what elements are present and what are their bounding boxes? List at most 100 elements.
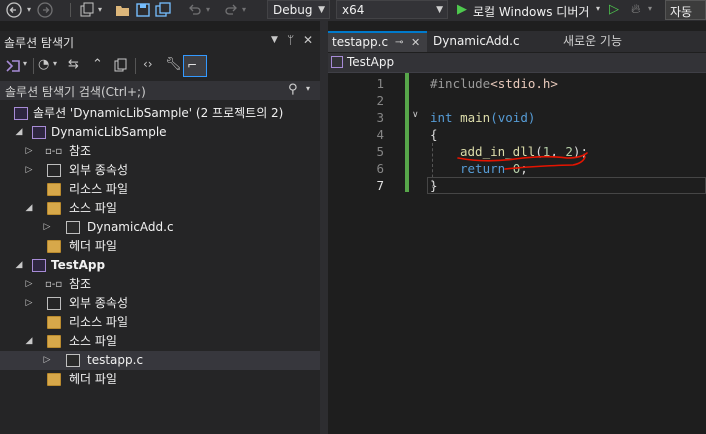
folder-open-icon xyxy=(47,202,61,215)
tree-item[interactable]: ▷ 외부 종속성 xyxy=(0,161,320,180)
current-line-highlight xyxy=(427,177,706,194)
tree-item[interactable]: ▷ DynamicAdd.c xyxy=(0,218,320,237)
search-options-dropdown-icon[interactable]: ▾ xyxy=(306,84,310,93)
new-project-icon[interactable] xyxy=(78,2,96,18)
chevron-down-icon[interactable]: ▾ xyxy=(23,59,27,68)
line-number: 5 xyxy=(376,144,384,159)
back-dropdown-icon[interactable]: ▾ xyxy=(24,2,34,18)
expanded-arrow-icon[interactable]: ◢ xyxy=(14,123,24,142)
tab-testapp-c[interactable]: testapp.c ⊸ ✕ xyxy=(328,31,427,52)
preprocessor-directive: #include xyxy=(430,76,491,91)
collapsed-arrow-icon[interactable]: ▷ xyxy=(24,294,34,313)
expanded-arrow-icon[interactable]: ◢ xyxy=(14,256,24,275)
tree-item-label: 외부 종속성 xyxy=(69,163,129,177)
undo-icon[interactable] xyxy=(186,2,204,18)
auto-select[interactable]: 자동 xyxy=(665,0,706,20)
start-without-debug-icon[interactable]: ▷ xyxy=(609,2,619,17)
view-code-icon[interactable]: ‹› xyxy=(143,57,153,71)
preview-selected-items-button[interactable]: ⌐ xyxy=(183,55,207,77)
hot-reload-dropdown-icon[interactable]: ▾ xyxy=(648,4,652,13)
collapsed-arrow-icon[interactable]: ▷ xyxy=(24,161,34,180)
back-icon[interactable] xyxy=(5,2,23,18)
tree-project-node[interactable]: ◢ DynamicLibSample xyxy=(0,123,320,142)
c-file-icon xyxy=(66,354,80,367)
tree-item[interactable]: ◢ 소스 파일 xyxy=(0,332,320,351)
play-icon: ▶ xyxy=(457,2,467,17)
properties-wrench-icon[interactable]: 🔧︎ xyxy=(165,57,182,72)
chevron-down-icon: ▼ xyxy=(318,5,325,15)
show-all-files-icon[interactable] xyxy=(114,58,128,72)
collapsed-arrow-icon[interactable]: ▷ xyxy=(24,142,34,161)
tree-item[interactable]: ▷ ▫-▫ 참조 xyxy=(0,275,320,294)
tree-item[interactable]: ▷ ▫-▫ 참조 xyxy=(0,142,320,161)
fold-collapse-icon[interactable]: ∨ xyxy=(412,110,419,120)
tree-project-node[interactable]: ◢ TestApp xyxy=(0,256,320,275)
save-icon[interactable] xyxy=(134,2,152,18)
undo-dropdown-icon[interactable]: ▾ xyxy=(204,2,212,18)
code-line[interactable]: { xyxy=(430,126,438,143)
new-dropdown-icon[interactable]: ▾ xyxy=(96,2,104,18)
code-line[interactable]: int main(void) xyxy=(430,109,535,126)
solution-label: 솔루션 'DynamicLibSample' (2 프로젝트의 2) xyxy=(33,106,284,120)
start-debug-button[interactable]: ▶ 로컬 Windows 디버거 ▾ xyxy=(455,0,605,20)
expanded-arrow-icon[interactable]: ◢ xyxy=(24,332,34,351)
search-placeholder: 솔루션 탐색기 검색(Ctrl+;) xyxy=(5,85,146,99)
tree-item[interactable]: ◢ 소스 파일 xyxy=(0,199,320,218)
tree-item[interactable]: ▷ 외부 종속성 xyxy=(0,294,320,313)
save-all-icon[interactable] xyxy=(154,2,172,18)
line-number: 3 xyxy=(376,110,384,125)
code-line[interactable]: #include<stdio.h> xyxy=(430,75,558,92)
project-name: DynamicLibSample xyxy=(51,125,167,139)
tree-item-label: 소스 파일 xyxy=(69,334,117,348)
search-icon[interactable]: ⚲ xyxy=(288,82,298,97)
panel-splitter[interactable] xyxy=(320,21,328,434)
collapse-all-icon[interactable]: ⌃ xyxy=(92,57,103,72)
tree-item-label: 외부 종속성 xyxy=(69,296,129,310)
nav-project-label: TestApp xyxy=(347,55,395,69)
forward-icon[interactable] xyxy=(36,2,54,18)
tree-item[interactable]: 리소스 파일 xyxy=(0,313,320,332)
configuration-select[interactable]: Debug ▼ xyxy=(267,0,330,19)
close-icon[interactable]: ✕ xyxy=(411,33,420,52)
pending-changes-icon[interactable]: ◔ xyxy=(38,57,49,72)
tree-item-selected[interactable]: ▷ testapp.c xyxy=(0,351,320,370)
line-number: 1 xyxy=(376,76,384,91)
tab-dynamicadd-c[interactable]: DynamicAdd.c xyxy=(429,31,557,52)
tree-solution-node[interactable]: 솔루션 'DynamicLibSample' (2 프로젝트의 2) xyxy=(0,104,320,123)
include-file: <stdio.h> xyxy=(490,76,558,91)
line-number: 6 xyxy=(376,161,384,176)
open-folder-icon[interactable] xyxy=(114,2,132,18)
sync-active-doc-icon[interactable]: ⇆ xyxy=(68,57,79,72)
pin-icon[interactable]: ⊸ xyxy=(395,33,403,52)
editor-navigation-bar[interactable]: TestApp xyxy=(328,53,706,73)
redo-icon[interactable] xyxy=(222,2,240,18)
collapsed-arrow-icon[interactable]: ▷ xyxy=(24,275,34,294)
toolbar-divider xyxy=(135,58,136,74)
solution-explorer-search[interactable]: 솔루션 탐색기 검색(Ctrl+;) ⚲ ▾ xyxy=(0,81,320,100)
tab-whats-new[interactable]: 새로운 기능 xyxy=(559,31,699,52)
platform-select[interactable]: x64 ▼ xyxy=(336,0,448,19)
code-line[interactable]: } xyxy=(430,177,438,194)
squiggle-upper xyxy=(457,152,588,162)
close-icon[interactable]: ✕ xyxy=(303,33,313,47)
tree-item-label: 리소스 파일 xyxy=(69,182,129,196)
collapsed-arrow-icon[interactable]: ▷ xyxy=(42,218,52,237)
redo-dropdown-icon[interactable]: ▾ xyxy=(240,2,248,18)
tree-item[interactable]: 리소스 파일 xyxy=(0,180,320,199)
folder-icon xyxy=(47,183,61,196)
toolbar-divider xyxy=(33,58,34,74)
window-position-icon[interactable]: ▼ xyxy=(271,35,278,45)
hot-reload-icon[interactable]: 🔥︎ xyxy=(631,2,641,17)
chevron-down-icon[interactable]: ▾ xyxy=(53,59,57,68)
tree-item[interactable]: 헤더 파일 xyxy=(0,370,320,389)
line-number: 2 xyxy=(376,93,384,108)
collapsed-arrow-icon[interactable]: ▷ xyxy=(42,351,52,370)
tree-item[interactable]: 헤더 파일 xyxy=(0,237,320,256)
c-project-icon xyxy=(331,56,343,68)
code-editor[interactable] xyxy=(328,73,706,434)
tree-item-label: DynamicAdd.c xyxy=(87,220,174,234)
folder-icon xyxy=(47,240,61,253)
expanded-arrow-icon[interactable]: ◢ xyxy=(24,199,34,218)
sync-vs-icon[interactable] xyxy=(5,58,21,74)
pin-icon[interactable]: ᛘ xyxy=(287,33,294,47)
